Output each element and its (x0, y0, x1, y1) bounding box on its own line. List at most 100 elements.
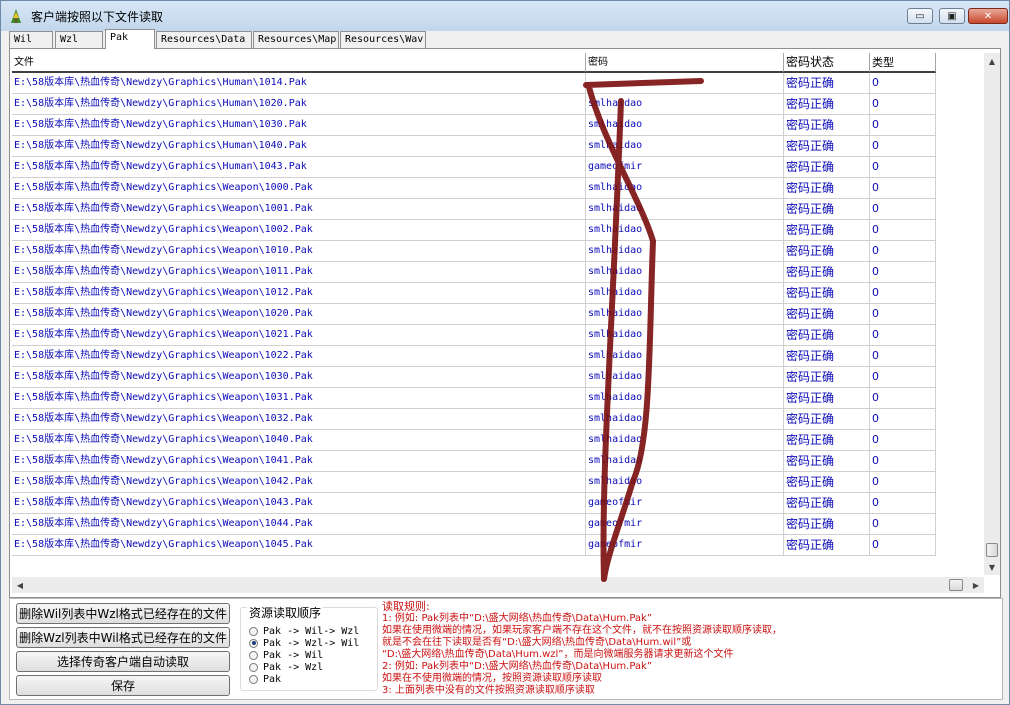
vertical-scrollbar[interactable]: ▲ ▼ (984, 53, 1000, 575)
table-row[interactable]: E:\58版本库\热血传奇\Newdzy\Graphics\Weapon\103… (12, 388, 936, 409)
row-type-cell[interactable]: 0 (870, 472, 936, 493)
row-file-cell[interactable]: E:\58版本库\热血传奇\Newdzy\Graphics\Human\1040… (12, 136, 586, 157)
row-status-cell[interactable]: 密码正确 (784, 472, 870, 493)
row-type-cell[interactable]: 0 (870, 73, 936, 94)
tab-wzl[interactable]: Wzl (55, 31, 103, 48)
delete-wzl-dupes-in-wil-button[interactable]: 删除Wil列表中Wzl格式已经存在的文件 (16, 603, 230, 624)
table-row[interactable]: E:\58版本库\热血传奇\Newdzy\Graphics\Weapon\100… (12, 199, 936, 220)
vertical-scroll-thumb[interactable] (986, 543, 998, 557)
table-row[interactable]: E:\58版本库\热血传奇\Newdzy\Graphics\Weapon\100… (12, 178, 936, 199)
radio-icon[interactable] (249, 650, 258, 660)
row-password-cell[interactable]: smlhaidao (586, 241, 784, 262)
row-password-cell[interactable] (586, 73, 784, 94)
row-password-cell[interactable]: smlhaidao (586, 283, 784, 304)
tab-resources-map[interactable]: Resources\Map (253, 31, 339, 48)
row-type-cell[interactable]: 0 (870, 220, 936, 241)
maximize-button[interactable]: ▣ (939, 8, 965, 24)
row-type-cell[interactable]: 0 (870, 262, 936, 283)
tab-wil[interactable]: Wil (9, 31, 53, 48)
row-password-cell[interactable]: smlhaidao (586, 115, 784, 136)
row-file-cell[interactable]: E:\58版本库\热血传奇\Newdzy\Graphics\Weapon\101… (12, 262, 586, 283)
row-password-cell[interactable]: gameofmir (586, 535, 784, 556)
row-status-cell[interactable]: 密码正确 (784, 136, 870, 157)
read-order-option-4[interactable]: Pak (249, 673, 281, 685)
row-status-cell[interactable]: 密码正确 (784, 325, 870, 346)
row-password-cell[interactable]: gameofmir (586, 157, 784, 178)
row-password-cell[interactable]: smlhaidao (586, 94, 784, 115)
row-status-cell[interactable]: 密码正确 (784, 283, 870, 304)
row-type-cell[interactable]: 0 (870, 514, 936, 535)
close-button[interactable]: ✕ (968, 8, 1008, 24)
scroll-right-icon[interactable]: ▶ (968, 577, 984, 593)
header-password[interactable]: 密码 (586, 53, 784, 73)
row-type-cell[interactable]: 0 (870, 535, 936, 556)
tab-resources-data[interactable]: Resources\Data (156, 31, 252, 48)
delete-wil-dupes-in-wzl-button[interactable]: 删除Wzl列表中Wil格式已经存在的文件 (16, 627, 230, 648)
radio-selected-icon[interactable] (249, 638, 258, 648)
row-status-cell[interactable]: 密码正确 (784, 493, 870, 514)
row-file-cell[interactable]: E:\58版本库\热血传奇\Newdzy\Graphics\Weapon\104… (12, 430, 586, 451)
row-type-cell[interactable]: 0 (870, 367, 936, 388)
row-password-cell[interactable]: smlhaidao (586, 262, 784, 283)
table-row[interactable]: E:\58版本库\热血传奇\Newdzy\Graphics\Weapon\101… (12, 283, 936, 304)
table-row[interactable]: E:\58版本库\热血传奇\Newdzy\Graphics\Weapon\104… (12, 535, 936, 556)
row-password-cell[interactable]: smlhaidao (586, 367, 784, 388)
header-password-status[interactable]: 密码状态 (784, 53, 870, 73)
table-row[interactable]: E:\58版本库\热血传奇\Newdzy\Graphics\Weapon\104… (12, 451, 936, 472)
row-file-cell[interactable]: E:\58版本库\热血传奇\Newdzy\Graphics\Human\1020… (12, 94, 586, 115)
row-file-cell[interactable]: E:\58版本库\热血传奇\Newdzy\Graphics\Weapon\100… (12, 199, 586, 220)
row-type-cell[interactable]: 0 (870, 283, 936, 304)
row-password-cell[interactable]: smlhaidao (586, 409, 784, 430)
table-row[interactable]: E:\58版本库\热血传奇\Newdzy\Graphics\Human\1030… (12, 115, 936, 136)
row-password-cell[interactable]: smlhaidao (586, 220, 784, 241)
row-type-cell[interactable]: 0 (870, 430, 936, 451)
title-bar[interactable]: 客户端按照以下文件读取 ▭ ▣ ✕ (1, 1, 1009, 31)
table-row[interactable]: E:\58版本库\热血传奇\Newdzy\Graphics\Weapon\104… (12, 514, 936, 535)
table-row[interactable]: E:\58版本库\热血传奇\Newdzy\Graphics\Human\1043… (12, 157, 936, 178)
table-row[interactable]: E:\58版本库\热血传奇\Newdzy\Graphics\Weapon\102… (12, 304, 936, 325)
row-status-cell[interactable]: 密码正确 (784, 241, 870, 262)
table-row[interactable]: E:\58版本库\热血传奇\Newdzy\Graphics\Weapon\104… (12, 472, 936, 493)
read-order-option-3[interactable]: Pak -> Wzl (249, 661, 323, 673)
row-file-cell[interactable]: E:\58版本库\热血传奇\Newdzy\Graphics\Weapon\104… (12, 493, 586, 514)
row-status-cell[interactable]: 密码正确 (784, 94, 870, 115)
row-password-cell[interactable]: smlhaidao (586, 451, 784, 472)
scroll-left-icon[interactable]: ◀ (12, 577, 28, 593)
table-row[interactable]: E:\58版本库\热血传奇\Newdzy\Graphics\Weapon\102… (12, 325, 936, 346)
row-password-cell[interactable]: smlhaidao (586, 388, 784, 409)
row-status-cell[interactable]: 密码正确 (784, 430, 870, 451)
radio-icon[interactable] (249, 626, 258, 636)
row-type-cell[interactable]: 0 (870, 325, 936, 346)
row-type-cell[interactable]: 0 (870, 178, 936, 199)
row-status-cell[interactable]: 密码正确 (784, 346, 870, 367)
row-password-cell[interactable]: smlhaidao (586, 346, 784, 367)
row-file-cell[interactable]: E:\58版本库\热血传奇\Newdzy\Graphics\Weapon\103… (12, 409, 586, 430)
row-password-cell[interactable]: smlhaidao (586, 325, 784, 346)
row-file-cell[interactable]: E:\58版本库\热血传奇\Newdzy\Graphics\Weapon\102… (12, 304, 586, 325)
row-status-cell[interactable]: 密码正确 (784, 388, 870, 409)
save-button[interactable]: 保存 (16, 675, 230, 696)
table-row[interactable]: E:\58版本库\热血传奇\Newdzy\Graphics\Weapon\103… (12, 367, 936, 388)
row-file-cell[interactable]: E:\58版本库\热血传奇\Newdzy\Graphics\Weapon\101… (12, 283, 586, 304)
row-password-cell[interactable]: gameofmir (586, 514, 784, 535)
row-type-cell[interactable]: 0 (870, 199, 936, 220)
read-order-option-2[interactable]: Pak -> Wil (249, 649, 323, 661)
scroll-up-icon[interactable]: ▲ (984, 53, 1000, 69)
table-row[interactable]: E:\58版本库\热血传奇\Newdzy\Graphics\Weapon\104… (12, 430, 936, 451)
read-order-option-1[interactable]: Pak -> Wzl-> Wil (249, 637, 359, 649)
table-row[interactable]: E:\58版本库\热血传奇\Newdzy\Graphics\Weapon\102… (12, 346, 936, 367)
row-file-cell[interactable]: E:\58版本库\热血传奇\Newdzy\Graphics\Human\1014… (12, 73, 586, 94)
row-type-cell[interactable]: 0 (870, 157, 936, 178)
table-row[interactable]: E:\58版本库\热血传奇\Newdzy\Graphics\Weapon\101… (12, 241, 936, 262)
horizontal-scrollbar[interactable]: ◀ ▶ (12, 577, 984, 593)
row-status-cell[interactable]: 密码正确 (784, 535, 870, 556)
radio-icon[interactable] (249, 674, 258, 684)
row-file-cell[interactable]: E:\58版本库\热血传奇\Newdzy\Graphics\Weapon\100… (12, 178, 586, 199)
header-type[interactable]: 类型 (870, 53, 936, 73)
row-password-cell[interactable]: smlhaidao (586, 199, 784, 220)
row-type-cell[interactable]: 0 (870, 304, 936, 325)
horizontal-scroll-thumb[interactable] (949, 579, 963, 591)
row-type-cell[interactable]: 0 (870, 451, 936, 472)
table-row[interactable]: E:\58版本库\热血传奇\Newdzy\Graphics\Weapon\104… (12, 493, 936, 514)
row-password-cell[interactable]: smlhaidao (586, 430, 784, 451)
